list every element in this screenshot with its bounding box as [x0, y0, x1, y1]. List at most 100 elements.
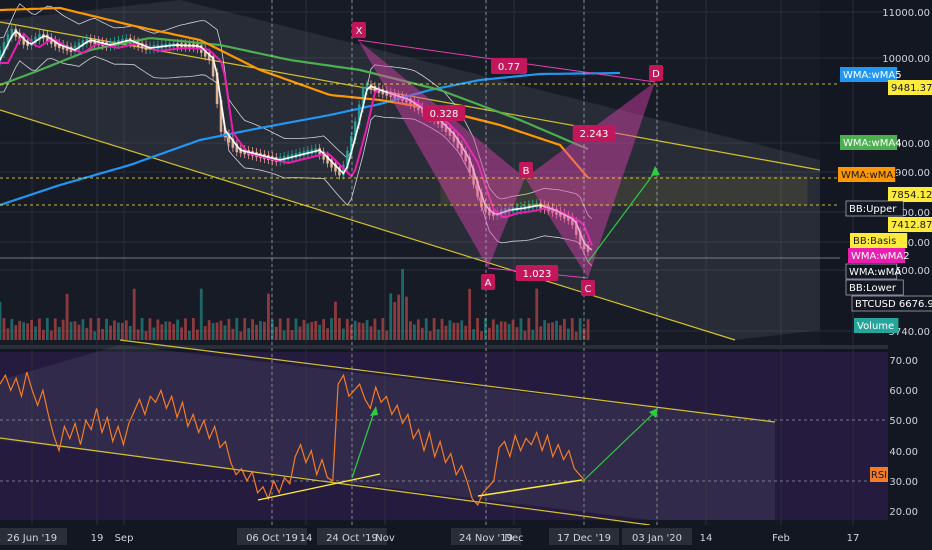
volume-bar	[42, 329, 45, 340]
volume-bar	[89, 318, 93, 340]
volume-bar	[81, 319, 85, 340]
ratio-label: 0.328	[430, 109, 459, 120]
volume-bar	[539, 326, 543, 340]
volume-bar	[274, 326, 278, 340]
volume-bar	[519, 318, 523, 340]
volume-bar	[385, 330, 389, 340]
pattern-point-label: B	[523, 166, 530, 177]
volume-bar	[326, 328, 329, 340]
volume-bar	[559, 325, 562, 340]
volume-bar	[318, 324, 322, 340]
volume-bar	[511, 319, 515, 340]
volume-bar	[440, 318, 444, 340]
volume-bar	[578, 318, 582, 340]
volume-bar	[57, 326, 61, 340]
volume-bar	[456, 322, 460, 340]
volume-bar	[282, 330, 286, 340]
ratio-label: 1.023	[523, 269, 552, 280]
price-tag-label: WMA:wMA2	[851, 251, 910, 262]
volume-bar	[203, 326, 207, 340]
price-tag-label: BTCUSD 6676.92	[855, 299, 932, 310]
ratio-label: 0.77	[498, 62, 520, 73]
x-tick-label: 06 Oct '19	[246, 533, 298, 544]
volume-bar	[345, 318, 349, 340]
volume-bar	[97, 318, 101, 340]
ratio-label: 2.243	[580, 129, 609, 140]
price-tag-label: BB:Upper	[849, 204, 897, 215]
volume-bar	[168, 321, 172, 340]
volume-bar	[393, 302, 397, 340]
pattern-point-label: D	[652, 69, 660, 80]
volume-bar	[255, 324, 258, 340]
volume-bar	[405, 296, 408, 340]
volume-bar	[353, 320, 357, 340]
volume-bar	[495, 324, 499, 340]
volume-bar	[73, 321, 77, 340]
volume-bar	[298, 326, 302, 340]
price-tag-label: WMA:wMA	[849, 267, 901, 278]
volume-bar	[144, 331, 148, 340]
volume-bar	[188, 330, 191, 340]
x-tick-label: Nov	[375, 533, 395, 544]
volume-bar	[487, 327, 491, 340]
volume-bar	[2, 318, 6, 340]
volume-bar	[432, 318, 436, 340]
volume-bar	[365, 320, 369, 340]
volume-bar	[562, 318, 566, 340]
price-tag-label: BB:Lower	[849, 283, 897, 294]
volume-bar	[117, 322, 120, 340]
volume-bar	[428, 331, 432, 340]
rsi-tag: RSI	[870, 467, 888, 482]
volume-bar	[199, 288, 203, 340]
volume-bar	[132, 288, 136, 340]
volume-bar	[468, 288, 472, 340]
volume-bar	[69, 321, 73, 340]
volume-bar	[543, 320, 547, 340]
volume-bar	[334, 301, 337, 340]
x-tick-label: 14	[300, 533, 313, 544]
volume-bar	[551, 322, 554, 340]
price-tag-label: Volume	[857, 321, 894, 332]
volume-bar	[172, 324, 176, 340]
x-tick-label: 14	[700, 533, 713, 544]
volume-bar	[128, 325, 132, 340]
price-tag-label: 7412.87	[891, 220, 932, 231]
volume-bar	[586, 319, 590, 340]
volume-bar	[476, 318, 479, 340]
x-tick-label: Sep	[115, 533, 134, 544]
volume-bar	[266, 293, 270, 340]
volume-bar	[14, 325, 18, 340]
volume-bar	[18, 320, 22, 340]
volume-bar	[373, 318, 377, 340]
pattern-point-label: C	[585, 284, 592, 295]
volume-bar	[34, 326, 37, 340]
rsi-tick-label: 60.00	[889, 386, 918, 397]
volume-bar	[397, 294, 401, 340]
volume-bar	[341, 328, 345, 340]
volume-bar	[101, 328, 105, 340]
volume-bar	[176, 319, 179, 340]
rsi-tick-label: 40.00	[889, 447, 918, 458]
x-tick-label: 17 Dec '19	[557, 533, 611, 544]
volume-bar	[235, 318, 239, 340]
volume-bar	[314, 320, 318, 340]
volume-bar	[381, 318, 385, 340]
volume-bar	[460, 320, 464, 340]
volume-bar	[113, 320, 116, 340]
volume-bar	[109, 325, 112, 340]
volume-bar	[164, 321, 168, 340]
volume-bar	[120, 322, 124, 340]
x-tick-label: Dec	[504, 533, 523, 544]
volume-bar	[452, 322, 456, 340]
volume-bar	[93, 331, 97, 340]
x-tick-label: Feb	[772, 533, 790, 544]
volume-bar	[413, 324, 416, 340]
volume-bar	[105, 318, 108, 340]
btcusd-chart[interactable]: 0.77 0.328 2.243 1.023 X A B C D 11000.00 10000.…	[0, 0, 932, 550]
volume-bar	[570, 318, 574, 340]
volume-bar	[211, 323, 215, 340]
volume-bar	[0, 302, 2, 340]
volume-bar	[247, 328, 251, 340]
volume-bar	[65, 293, 69, 340]
volume-bar	[156, 319, 160, 340]
